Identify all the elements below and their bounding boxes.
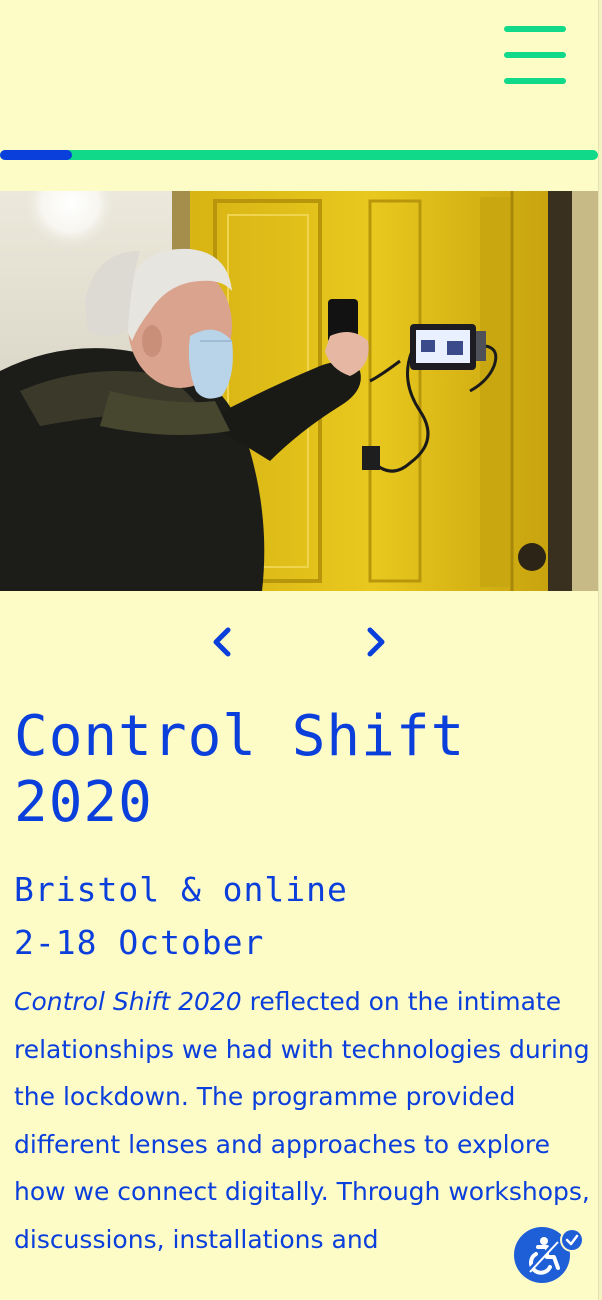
checkmark-icon [562,1230,582,1250]
carousel-progress-fill [0,150,72,160]
menu-line [504,52,566,58]
carousel-next-button[interactable] [354,620,398,664]
hero-image [0,191,598,591]
event-location: Bristol & online [14,870,348,909]
event-description-text: reflected on the intimate relationships … [14,987,590,1254]
hamburger-menu-icon[interactable] [502,26,568,88]
accessibility-badge [560,1228,584,1252]
event-description-italic: Control Shift 2020 [14,987,242,1016]
page-edge [598,0,602,1300]
event-description: Control Shift 2020 reflected on the inti… [14,978,602,1263]
menu-line [504,78,566,84]
chevron-left-icon [213,627,231,657]
carousel-prev-button[interactable] [200,620,244,664]
hero-photo [0,191,598,591]
carousel-progress-bar [0,150,598,160]
event-title: Control Shift 2020 [14,704,466,835]
chevron-right-icon [367,627,385,657]
page: Control Shift 2020 Bristol & online 2-18… [0,0,598,1300]
event-dates: 2-18 October [14,923,265,962]
menu-line [504,26,566,32]
